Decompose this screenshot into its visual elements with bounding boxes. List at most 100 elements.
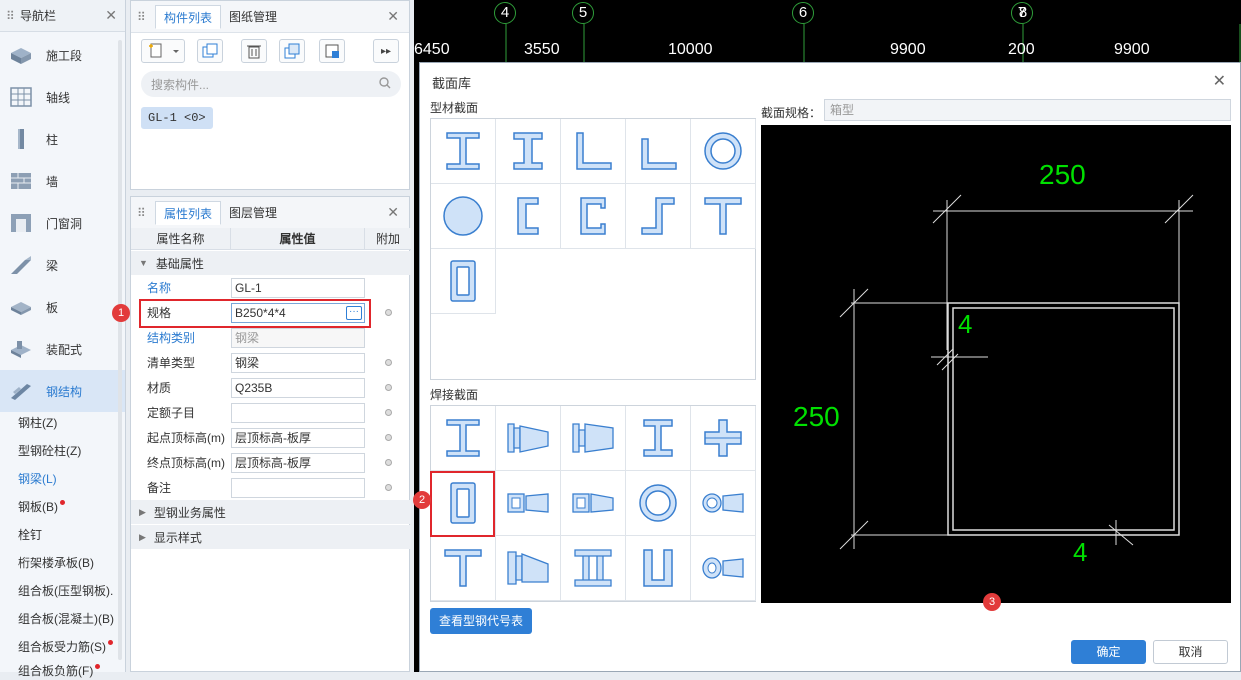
- close-icon[interactable]: ✕: [105, 7, 117, 24]
- nav-item-slab[interactable]: 板: [0, 286, 125, 328]
- view-code-table-button[interactable]: 查看型钢代号表: [430, 608, 532, 634]
- property-value-input[interactable]: [231, 402, 365, 423]
- sub-item-composite-concrete[interactable]: 组合板(混凝土)(B): [0, 604, 118, 632]
- nav-item-door-window[interactable]: 门窗洞: [0, 202, 125, 244]
- dialog-title: 截面库: [432, 76, 472, 91]
- sub-item-truss-deck[interactable]: 桁架楼承板(B): [0, 548, 118, 576]
- sub-item-label: 型钢砼柱(Z): [18, 443, 82, 458]
- property-value-input[interactable]: 钢梁: [231, 352, 365, 373]
- sub-item-label: 组合板受力筋(S): [18, 639, 106, 654]
- preview-height-label: 250: [793, 401, 840, 432]
- nav-item-axis[interactable]: 轴线: [0, 76, 125, 118]
- nav-item-label: 钢结构: [46, 384, 83, 399]
- new-component-button[interactable]: [141, 39, 185, 63]
- nav-item-wall[interactable]: 墙: [0, 160, 125, 202]
- delete-icon[interactable]: [241, 39, 267, 63]
- sub-item-steel-beam[interactable]: 钢梁(L): [0, 464, 118, 492]
- sub-item-composite-deck[interactable]: 组合板(压型钢板).: [0, 576, 118, 604]
- spec-input[interactable]: 箱型: [824, 99, 1231, 121]
- section-round-tube[interactable]: [691, 119, 756, 184]
- drag-handle-icon[interactable]: ⠿: [137, 10, 155, 24]
- sub-item-src-column[interactable]: 型钢砼柱(Z): [0, 436, 118, 464]
- section-preview-canvas: 250 250 4 4: [761, 125, 1231, 603]
- beam-icon: [8, 253, 34, 277]
- welded-double-web[interactable]: [561, 536, 626, 601]
- nav-item-label: 装配式: [46, 342, 83, 357]
- welded-i-beam[interactable]: [431, 406, 496, 471]
- cancel-button[interactable]: 取消: [1153, 640, 1228, 664]
- section-rect-tube[interactable]: [431, 249, 496, 314]
- nav-scrollbar[interactable]: [118, 40, 122, 660]
- property-label: 材质: [147, 381, 172, 395]
- close-icon[interactable]: ✕: [387, 204, 399, 221]
- tab-drawing-management[interactable]: 图纸管理: [221, 5, 285, 29]
- close-icon[interactable]: ✕: [387, 8, 399, 25]
- layer-copy-button[interactable]: [279, 39, 305, 63]
- search-input[interactable]: 搜索构件...: [141, 71, 401, 97]
- sub-item-composite-neg-rebar[interactable]: 组合板负筋(F): [0, 660, 118, 680]
- section-i-beam[interactable]: [431, 119, 496, 184]
- alert-dot: [95, 663, 101, 669]
- floor-copy-button[interactable]: [319, 39, 345, 63]
- preview-thickness-label: 4: [1073, 537, 1088, 567]
- sub-item-stud[interactable]: 栓钉: [0, 520, 118, 548]
- property-row-name: 名称 GL-1: [131, 275, 411, 300]
- ok-button[interactable]: 确定: [1071, 640, 1146, 664]
- section-h-beam[interactable]: [496, 119, 561, 184]
- tab-component-list[interactable]: 构件列表: [155, 4, 222, 29]
- group-business-properties[interactable]: ▶ 型钢业务属性: [131, 500, 411, 524]
- welded-t-tapered[interactable]: [496, 536, 561, 601]
- property-value-input[interactable]: 层顶标高-板厚: [231, 427, 365, 448]
- welded-h-beam[interactable]: [626, 406, 691, 471]
- property-value-input[interactable]: [231, 477, 365, 498]
- close-icon[interactable]: ✕: [1213, 71, 1226, 91]
- section-unequal-angle[interactable]: [626, 119, 691, 184]
- section-equal-angle[interactable]: [561, 119, 626, 184]
- section-t-shape[interactable]: [691, 184, 756, 249]
- welded-box-tapered-2[interactable]: [561, 471, 626, 536]
- sub-item-composite-rebar[interactable]: 组合板受力筋(S): [0, 632, 118, 660]
- group-display-style[interactable]: ▶ 显示样式: [131, 525, 411, 549]
- dimension-label: 200: [1008, 41, 1035, 58]
- tab-property-list[interactable]: 属性列表: [155, 200, 222, 225]
- sub-item-label: 组合板负筋(F): [18, 663, 94, 678]
- property-value-input[interactable]: Q235B: [231, 377, 365, 398]
- welded-t-section[interactable]: [431, 536, 496, 601]
- dimension-label: 9900: [890, 41, 926, 58]
- property-row-quota: 定额子目: [131, 400, 411, 425]
- extra-indicator: [385, 459, 392, 466]
- nav-item-prefab[interactable]: 装配式: [0, 328, 125, 370]
- nav-item-column[interactable]: 柱: [0, 118, 125, 160]
- sub-item-steel-column[interactable]: 钢柱(Z): [0, 408, 118, 436]
- welded-oval-tapered[interactable]: [691, 536, 756, 601]
- property-value-input[interactable]: 层顶标高-板厚: [231, 452, 365, 473]
- sub-item-label: 组合板(压型钢板).: [18, 583, 114, 598]
- nav-item-construction-section[interactable]: 施工段: [0, 34, 125, 76]
- section-z-shape[interactable]: [626, 184, 691, 249]
- property-value-input[interactable]: GL-1: [231, 277, 365, 298]
- component-item[interactable]: GL-1 <0>: [141, 107, 213, 129]
- nav-item-beam[interactable]: 梁: [0, 244, 125, 286]
- welded-cross-section[interactable]: [691, 406, 756, 471]
- expand-arrow-icon: ▶: [139, 531, 146, 542]
- sub-item-steel-plate[interactable]: 钢板(B): [0, 492, 118, 520]
- group-basic-properties[interactable]: ▼ 基础属性: [131, 251, 411, 275]
- property-label: 名称: [147, 281, 172, 295]
- more-toolbar-button[interactable]: ▸▸: [373, 39, 399, 63]
- welded-round-tube[interactable]: [626, 471, 691, 536]
- welded-u-section[interactable]: [626, 536, 691, 601]
- section-channel[interactable]: [496, 184, 561, 249]
- drag-handle-icon[interactable]: ⠿: [137, 206, 155, 220]
- nav-item-steel-structure[interactable]: 钢结构: [0, 370, 125, 412]
- spec-label: 截面规格：: [761, 106, 822, 120]
- welded-round-tapered[interactable]: [691, 471, 756, 536]
- drag-handle-icon[interactable]: ⠿: [6, 9, 20, 23]
- welded-tapered-i-beam-2[interactable]: [561, 406, 626, 471]
- tab-layer-management[interactable]: 图层管理: [221, 201, 285, 225]
- extra-indicator: [385, 384, 392, 391]
- copy-component-button[interactable]: [197, 39, 223, 63]
- welded-box-tapered[interactable]: [496, 471, 561, 536]
- section-solid-round[interactable]: [431, 184, 496, 249]
- welded-tapered-i-beam[interactable]: [496, 406, 561, 471]
- section-c-channel[interactable]: [561, 184, 626, 249]
